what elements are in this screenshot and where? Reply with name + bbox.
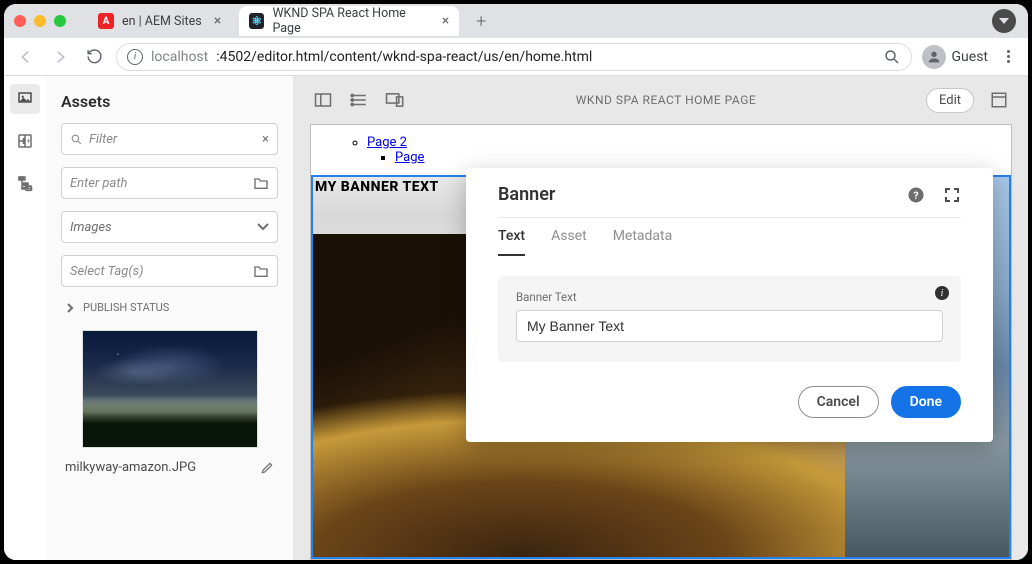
nav-reload-button[interactable] [82, 45, 106, 69]
close-tab-icon[interactable]: × [214, 13, 221, 29]
browser-toolbar: i localhost :4502/editor.html/content/wkn… [4, 38, 1028, 76]
search-in-page-icon[interactable] [883, 48, 901, 66]
browser-menu-button[interactable] [998, 47, 1018, 67]
dialog-tab-asset[interactable]: Asset [551, 228, 587, 256]
dialog-fullscreen-icon[interactable] [943, 186, 961, 204]
dialog-help-icon[interactable]: ? [907, 186, 925, 204]
dialog-tab-text[interactable]: Text [498, 228, 525, 256]
rail-content-tree-button[interactable] [10, 168, 40, 198]
publish-status-toggle[interactable]: PUBLISH STATUS [61, 299, 278, 318]
editor-top-toolbar: WKND SPA REACT HOME PAGE Edit [306, 78, 1016, 122]
favicon-react-icon: ⚛ [249, 13, 264, 29]
dialog-title: Banner [498, 184, 555, 205]
page-info-button[interactable] [348, 89, 370, 111]
browse-folder-icon[interactable] [253, 176, 269, 190]
window-traffic-lights [14, 15, 66, 27]
dialog-form-section: i Banner Text [498, 276, 961, 362]
window-menu-button[interactable] [992, 9, 1016, 33]
url-host: localhost [151, 49, 208, 65]
banner-text-label: Banner Text [516, 290, 943, 304]
field-info-icon[interactable]: i [935, 286, 949, 300]
svg-text:?: ? [913, 188, 918, 201]
chevron-down-icon [257, 223, 269, 231]
tab-label: en | AEM Sites [122, 14, 202, 29]
window-close-button[interactable] [14, 15, 26, 27]
emulator-button[interactable] [384, 89, 406, 111]
edit-asset-icon[interactable] [260, 461, 274, 475]
url-path: :4502/editor.html/content/wknd-spa-react… [216, 49, 592, 65]
site-info-icon[interactable]: i [127, 49, 143, 65]
done-button[interactable]: Done [891, 386, 961, 418]
side-panel-heading: Assets [61, 92, 278, 111]
search-icon [70, 133, 83, 146]
path-placeholder: Enter path [70, 176, 247, 191]
toggle-side-panel-button[interactable] [312, 89, 334, 111]
svg-text:+: + [27, 136, 31, 145]
page-properties-icon[interactable] [988, 89, 1010, 111]
editor-left-rail: + [4, 76, 46, 560]
browser-tab-wknd-spa[interactable]: ⚛ WKND SPA React Home Page × [239, 6, 459, 36]
rail-components-button[interactable]: + [10, 126, 40, 156]
url-bar[interactable]: i localhost :4502/editor.html/content/wkn… [116, 43, 912, 71]
clear-filter-icon[interactable]: × [262, 132, 269, 147]
cancel-button[interactable]: Cancel [798, 386, 879, 418]
browser-tab-aem-sites[interactable]: A en | AEM Sites × [88, 6, 231, 36]
profile-button[interactable]: Guest [922, 45, 988, 69]
profile-label: Guest [952, 49, 988, 65]
nav-forward-button[interactable] [48, 45, 72, 69]
component-dialog: Banner ? Text Asset Metadata i [466, 168, 993, 442]
avatar-icon [922, 45, 946, 69]
banner-text-overlay: MY BANNER TEXT [315, 179, 439, 195]
rail-assets-button[interactable] [10, 84, 40, 114]
nav-back-button[interactable] [14, 45, 38, 69]
nav-link-page3[interactable]: Page [395, 150, 424, 165]
assets-path-input[interactable]: Enter path [61, 167, 278, 199]
filter-placeholder: Filter [89, 132, 256, 147]
nav-link-list: Page 2 Page [311, 125, 1011, 171]
assets-type-select[interactable]: Images [61, 211, 278, 243]
publish-status-label: PUBLISH STATUS [83, 301, 169, 314]
assets-filter-input[interactable]: Filter × [61, 123, 278, 155]
assets-tags-select[interactable]: Select Tag(s) [61, 255, 278, 287]
browse-folder-icon[interactable] [253, 264, 269, 278]
tags-placeholder: Select Tag(s) [70, 264, 247, 279]
new-tab-button[interactable]: + [467, 6, 495, 36]
mode-edit-button[interactable]: Edit [926, 88, 974, 113]
banner-text-input[interactable] [516, 310, 943, 342]
type-selected: Images [70, 220, 251, 235]
tab-label: WKND SPA React Home Page [272, 6, 429, 36]
chevron-right-icon [65, 303, 75, 313]
assets-side-panel: Assets Filter × Enter path Images Select… [46, 76, 294, 560]
browser-tab-strip: A en | AEM Sites × ⚛ WKND SPA React Home… [4, 4, 1028, 38]
asset-filename: milkyway-amazon.JPG [65, 460, 196, 475]
window-maximize-button[interactable] [54, 15, 66, 27]
nav-link-page2[interactable]: Page 2 [367, 135, 407, 150]
window-minimize-button[interactable] [34, 15, 46, 27]
editor-page-title: WKND SPA REACT HOME PAGE [420, 93, 912, 107]
asset-thumbnail[interactable] [82, 330, 258, 448]
close-tab-icon[interactable]: × [442, 13, 449, 29]
favicon-adobe-icon: A [98, 13, 114, 29]
dialog-tabs: Text Asset Metadata [466, 218, 993, 256]
dialog-tab-metadata[interactable]: Metadata [613, 228, 673, 256]
